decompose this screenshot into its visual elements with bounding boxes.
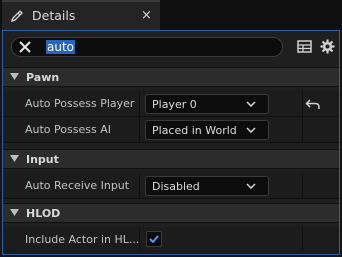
pencil-icon: [10, 10, 23, 23]
search-row: auto: [3, 31, 339, 63]
auto-receive-input-dropdown[interactable]: Disabled: [145, 176, 269, 196]
search-input[interactable]: auto: [46, 40, 76, 54]
auto-possess-ai-dropdown[interactable]: Placed in World: [145, 120, 269, 140]
expand-arrow-icon[interactable]: [10, 73, 19, 81]
tab-bar: Details ×: [0, 0, 342, 30]
category-input[interactable]: Input: [3, 149, 339, 169]
category-label: Input: [26, 153, 59, 166]
chevron-down-icon: [246, 127, 256, 133]
clear-search-icon[interactable]: [17, 39, 33, 55]
dropdown-value: Disabled: [152, 180, 200, 193]
property-label: Auto Possess Player: [25, 97, 135, 110]
reset-to-default-icon[interactable]: [305, 97, 321, 111]
expand-arrow-icon[interactable]: [10, 155, 19, 163]
property-label: Auto Possess AI: [25, 123, 111, 136]
tab-title: Details: [32, 8, 76, 23]
property-row: Auto Possess AI Placed in World: [3, 117, 339, 143]
category-label: Pawn: [26, 71, 60, 84]
expand-arrow-icon[interactable]: [10, 209, 19, 217]
details-panel: auto Pawn Auto Possess Player Player 0 A…: [2, 30, 340, 255]
dropdown-value: Player 0: [152, 98, 197, 111]
checkmark-icon: [149, 235, 159, 243]
include-actor-in-hlod-checkbox[interactable]: [146, 231, 162, 247]
settings-gear-icon[interactable]: [319, 38, 336, 55]
panel-bottom: [3, 250, 339, 254]
property-label: Include Actor in HL...: [25, 233, 140, 246]
property-row: Auto Receive Input Disabled: [3, 173, 339, 199]
category-hlod[interactable]: HLOD: [3, 203, 339, 223]
dropdown-value: Placed in World: [152, 124, 237, 137]
details-tab[interactable]: Details ×: [2, 0, 160, 30]
table-view-icon[interactable]: [296, 38, 313, 55]
auto-possess-player-dropdown[interactable]: Player 0: [145, 94, 269, 114]
category-label: HLOD: [26, 207, 61, 220]
property-row: Auto Possess Player Player 0: [3, 91, 339, 117]
chevron-down-icon: [246, 183, 256, 189]
chevron-down-icon: [246, 101, 256, 107]
category-pawn[interactable]: Pawn: [3, 67, 339, 87]
close-icon[interactable]: ×: [141, 8, 152, 23]
property-label: Auto Receive Input: [25, 179, 130, 192]
search-field[interactable]: auto: [11, 37, 283, 57]
